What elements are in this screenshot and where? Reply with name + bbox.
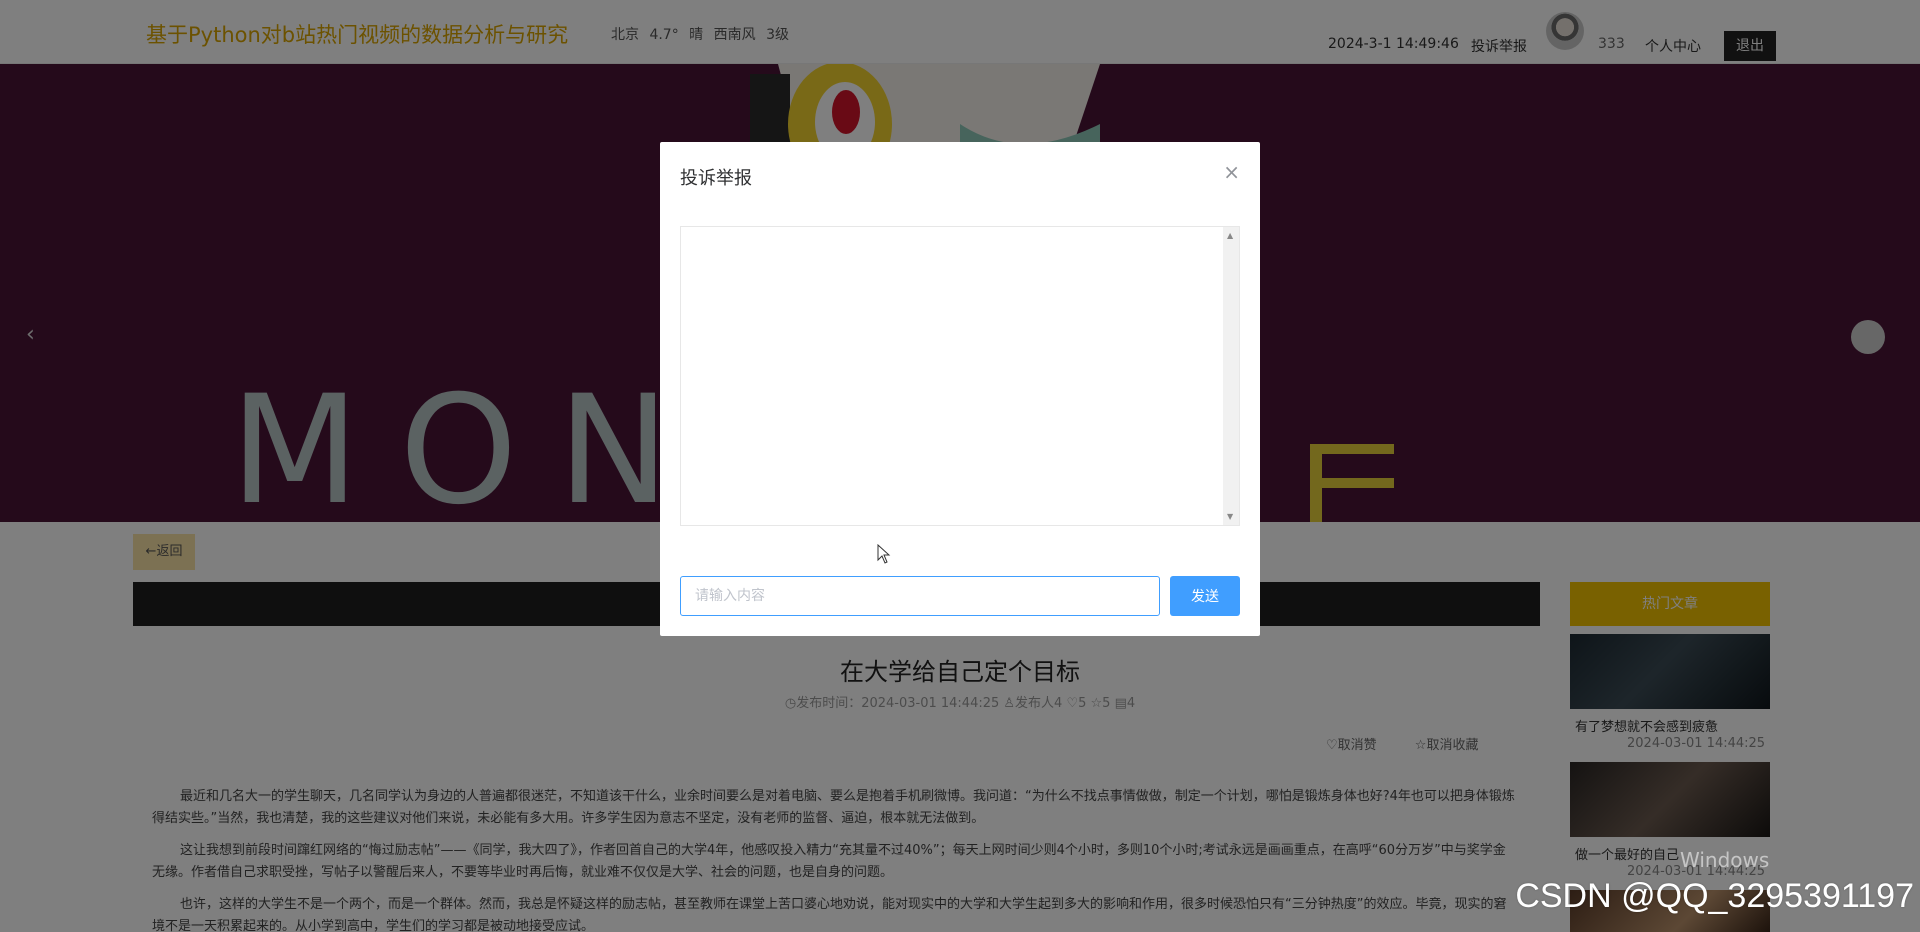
message-history-area[interactable]: ▲ ▼ (680, 226, 1240, 526)
scroll-down-icon[interactable]: ▼ (1227, 512, 1233, 521)
close-icon[interactable]: × (1223, 160, 1240, 184)
send-button[interactable]: 发送 (1170, 576, 1240, 616)
dialog-title: 投诉举报 (680, 168, 752, 189)
mouse-cursor-icon (877, 544, 891, 564)
report-content-input[interactable] (680, 576, 1160, 616)
scroll-up-icon[interactable]: ▲ (1227, 231, 1233, 240)
scrollbar[interactable]: ▲ ▼ (1223, 227, 1239, 525)
report-dialog: 投诉举报 × ▲ ▼ 发送 (660, 142, 1260, 636)
csdn-watermark: CSDN @QQ_3295391197 (1515, 877, 1914, 915)
os-activation-watermark: Windows (1680, 848, 1770, 872)
